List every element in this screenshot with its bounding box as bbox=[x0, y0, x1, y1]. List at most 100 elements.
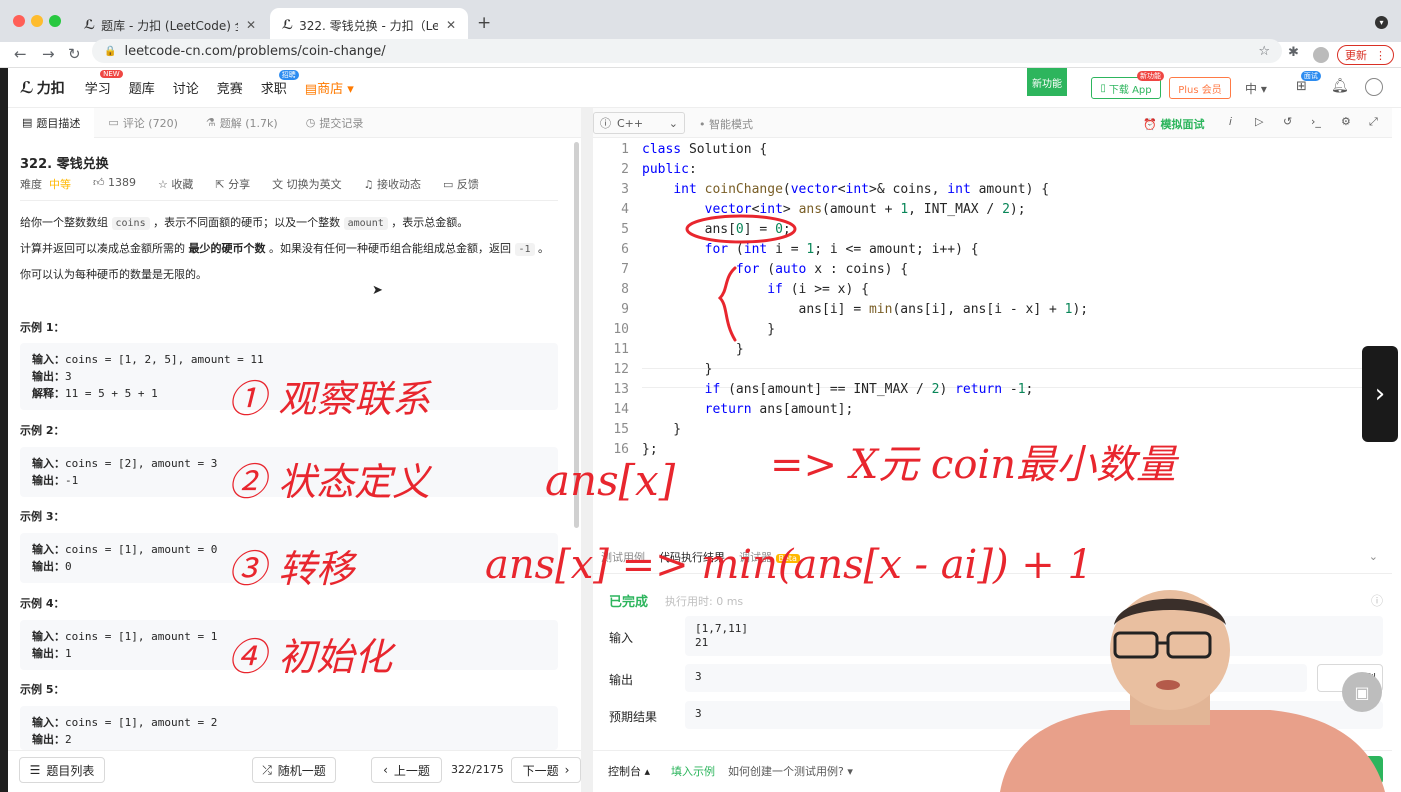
close-tab-icon[interactable]: ✕ bbox=[438, 18, 456, 32]
explain-value: 11 = 5 + 5 + 1 bbox=[65, 387, 158, 400]
address-bar[interactable]: 🔒 leetcode-cn.com/problems/coin-change/ … bbox=[92, 39, 1282, 63]
settings-icon[interactable]: ⚙ bbox=[1341, 115, 1351, 128]
maximize-window-icon[interactable] bbox=[49, 15, 61, 27]
mock-interview-button[interactable]: ⏰ 模拟面试 bbox=[1143, 116, 1205, 132]
reload-icon[interactable]: ↻ bbox=[68, 45, 81, 63]
panel-resizer[interactable] bbox=[581, 108, 593, 792]
close-tab-icon[interactable]: ✕ bbox=[238, 18, 256, 32]
bookmark-star-icon[interactable]: ☆ bbox=[1258, 44, 1270, 59]
forward-icon[interactable]: → bbox=[42, 45, 55, 63]
minimize-window-icon[interactable] bbox=[31, 15, 43, 27]
more-vert-icon: ⋮ bbox=[1375, 48, 1386, 62]
code-editor[interactable]: 1 class Solution {2 public: 3 int coinChang… bbox=[593, 138, 1392, 540]
new-tab-button[interactable]: + bbox=[477, 13, 491, 33]
tab-label: 题解 (1.7k) bbox=[219, 116, 278, 130]
expected-label: 预期结果 bbox=[609, 710, 658, 724]
fullscreen-icon[interactable]: ⤢ bbox=[1369, 115, 1378, 129]
like-button[interactable]: 👍︎ 1389 bbox=[93, 176, 136, 192]
mouse-cursor-icon: ➤ bbox=[372, 283, 383, 298]
info-icon: ⓘ bbox=[600, 117, 611, 130]
nav-discuss[interactable]: 讨论 bbox=[173, 78, 199, 97]
tab-description[interactable]: ▤ 题目描述 bbox=[8, 107, 95, 138]
tab-run-result[interactable]: 代码执行结果 bbox=[659, 549, 725, 565]
subscribe-button[interactable]: ♫ 接收动态 bbox=[364, 176, 421, 192]
new-badge: NEW bbox=[100, 70, 123, 78]
lang-label: 中 bbox=[1245, 82, 1258, 96]
tab-solutions[interactable]: ⚗ 题解 (1.7k) bbox=[192, 108, 292, 138]
new-feature-banner[interactable]: 新功能 bbox=[1027, 68, 1067, 96]
browser-tab-coin-change[interactable]: ℒ 322. 零钱兑换 - 力扣（LeetCode） ✕ bbox=[270, 8, 468, 42]
code-line: } bbox=[642, 362, 713, 377]
nav-jobs[interactable]: 求职 招聘 bbox=[261, 70, 299, 97]
notification-bell-icon[interactable]: 🔔︎ bbox=[1331, 78, 1349, 94]
play-icon[interactable]: ▷ bbox=[1255, 115, 1263, 128]
editor-header: ⓘ C++ ⌄ • 智能模式 ⏰ 模拟面试 𝑖 ▷ ↺ ›_ ⚙ ⤢ bbox=[593, 108, 1392, 138]
smart-mode-toggle[interactable]: • 智能模式 bbox=[699, 116, 753, 132]
line-number: 11 bbox=[613, 342, 629, 357]
scrollbar[interactable] bbox=[574, 142, 579, 528]
description-paragraph: 你可以认为每种硬币的数量是无限的。 bbox=[20, 268, 207, 281]
line-number: 3 bbox=[621, 182, 629, 197]
collect-button[interactable]: ☆ 收藏 bbox=[158, 176, 193, 192]
feedback-button[interactable]: ▭ 反馈 bbox=[443, 176, 479, 192]
browser-tab-problemset[interactable]: ℒ 题库 - 力扣 (LeetCode) 全球极客挚爱 ✕ bbox=[72, 8, 268, 42]
example-box: 输入：coins = [1], amount = 2 输出：2 bbox=[20, 706, 558, 750]
fill-example-link[interactable]: 填入示例 bbox=[671, 763, 715, 779]
share-button[interactable]: ⇱ 分享 bbox=[215, 176, 250, 192]
tab-submissions[interactable]: ◷ 提交记录 bbox=[292, 108, 378, 138]
interview-badge: 面试 bbox=[1300, 71, 1321, 81]
next-problem-button[interactable]: 下一题 › bbox=[511, 757, 581, 783]
howto-testcase-link[interactable]: 如何创建一个测试用例? ▾ bbox=[728, 763, 853, 779]
feedback-label: 反馈 bbox=[456, 178, 479, 191]
info-italic-icon[interactable]: 𝑖 bbox=[1229, 115, 1232, 129]
reset-icon[interactable]: ↺ bbox=[1283, 115, 1292, 128]
line-number: 4 bbox=[621, 202, 629, 217]
update-button[interactable]: 更新 ⋮ bbox=[1337, 45, 1394, 65]
language-switch[interactable]: 中 ▾ bbox=[1245, 80, 1267, 97]
user-avatar-icon[interactable] bbox=[1365, 78, 1383, 96]
example-box: 输入：coins = [2], amount = 3 输出：-1 bbox=[20, 447, 558, 497]
extensions-icon[interactable]: ✱ bbox=[1288, 45, 1299, 60]
nav-learn[interactable]: 学习 NEW bbox=[85, 70, 123, 97]
browser-toolbar: ← → ↻ 🔒 leetcode-cn.com/problems/coin-ch… bbox=[0, 39, 1401, 68]
interview-icon[interactable]: ⊞ 面试 bbox=[1296, 71, 1321, 94]
leetcode-logo[interactable]: ℒ 力扣 bbox=[20, 78, 65, 98]
example-output: 输出：0 bbox=[32, 558, 546, 575]
switch-english-button[interactable]: 文 切换为英文 bbox=[272, 176, 342, 192]
terminal-icon[interactable]: ›_ bbox=[1311, 115, 1321, 128]
nav-contest[interactable]: 竞赛 bbox=[217, 78, 243, 97]
phone-icon: ▯ bbox=[1100, 82, 1106, 94]
download-app-button[interactable]: ▯ 下载 App 新功能 bbox=[1091, 71, 1164, 99]
browser-tab-strip: ℒ 题库 - 力扣 (LeetCode) 全球极客挚爱 ✕ ℒ 322. 零钱兑… bbox=[0, 0, 1401, 42]
close-window-icon[interactable] bbox=[13, 15, 25, 27]
tab-testcase[interactable]: 测试用例 bbox=[601, 549, 645, 565]
plus-member-button[interactable]: Plus 会员 bbox=[1169, 77, 1231, 99]
prev-problem-button[interactable]: ‹ 上一题 bbox=[371, 757, 442, 783]
profile-avatar[interactable] bbox=[1313, 47, 1329, 63]
leetcode-navbar: ℒ 力扣 学习 NEW 题库 讨论 竞赛 求职 招聘 ▤商店 ▾ 新功能 ▯ 下载 A… bbox=[8, 68, 1401, 108]
logo-text: 力扣 bbox=[36, 80, 65, 97]
example-output: 输出：-1 bbox=[32, 472, 546, 489]
input-value: coins = [1, 2, 5], amount = 11 bbox=[65, 353, 264, 366]
problem-list-button[interactable]: ☰ 题目列表 bbox=[19, 757, 105, 783]
output-value: -1 bbox=[65, 474, 79, 487]
code-line: for (int i = 1; i <= amount; i++) { bbox=[704, 242, 979, 257]
nav-problemset[interactable]: 题库 bbox=[129, 78, 155, 97]
back-icon[interactable]: ← bbox=[14, 45, 27, 63]
example-input: 输入：coins = [1], amount = 2 bbox=[32, 714, 546, 731]
inline-code: coins bbox=[111, 217, 150, 230]
language-select[interactable]: ⓘ C++ ⌄ bbox=[593, 112, 685, 134]
console-toggle[interactable]: 控制台 ▴ bbox=[608, 763, 650, 779]
tab-debugger[interactable]: 调试器 Beta bbox=[739, 549, 800, 565]
input-label: 输入： bbox=[32, 716, 65, 729]
nav-store[interactable]: ▤商店 ▾ bbox=[305, 78, 354, 97]
tab-comments[interactable]: ▭ 评论 (720) bbox=[94, 108, 191, 138]
smart-label: 智能模式 bbox=[709, 118, 753, 131]
tab-search-icon[interactable]: ▾ bbox=[1375, 16, 1388, 29]
slide-next-arrow-icon[interactable]: › bbox=[1362, 346, 1398, 442]
collapse-chevron-icon[interactable]: ⌄ bbox=[1369, 550, 1378, 563]
bell-icon: ♫ bbox=[363, 178, 374, 191]
line-number: 13 bbox=[613, 382, 629, 397]
random-problem-button[interactable]: ⤮ 随机一题 bbox=[252, 757, 336, 783]
code-line: vector<int> ans(amount + 1, INT_MAX / 2)… bbox=[704, 202, 1026, 217]
